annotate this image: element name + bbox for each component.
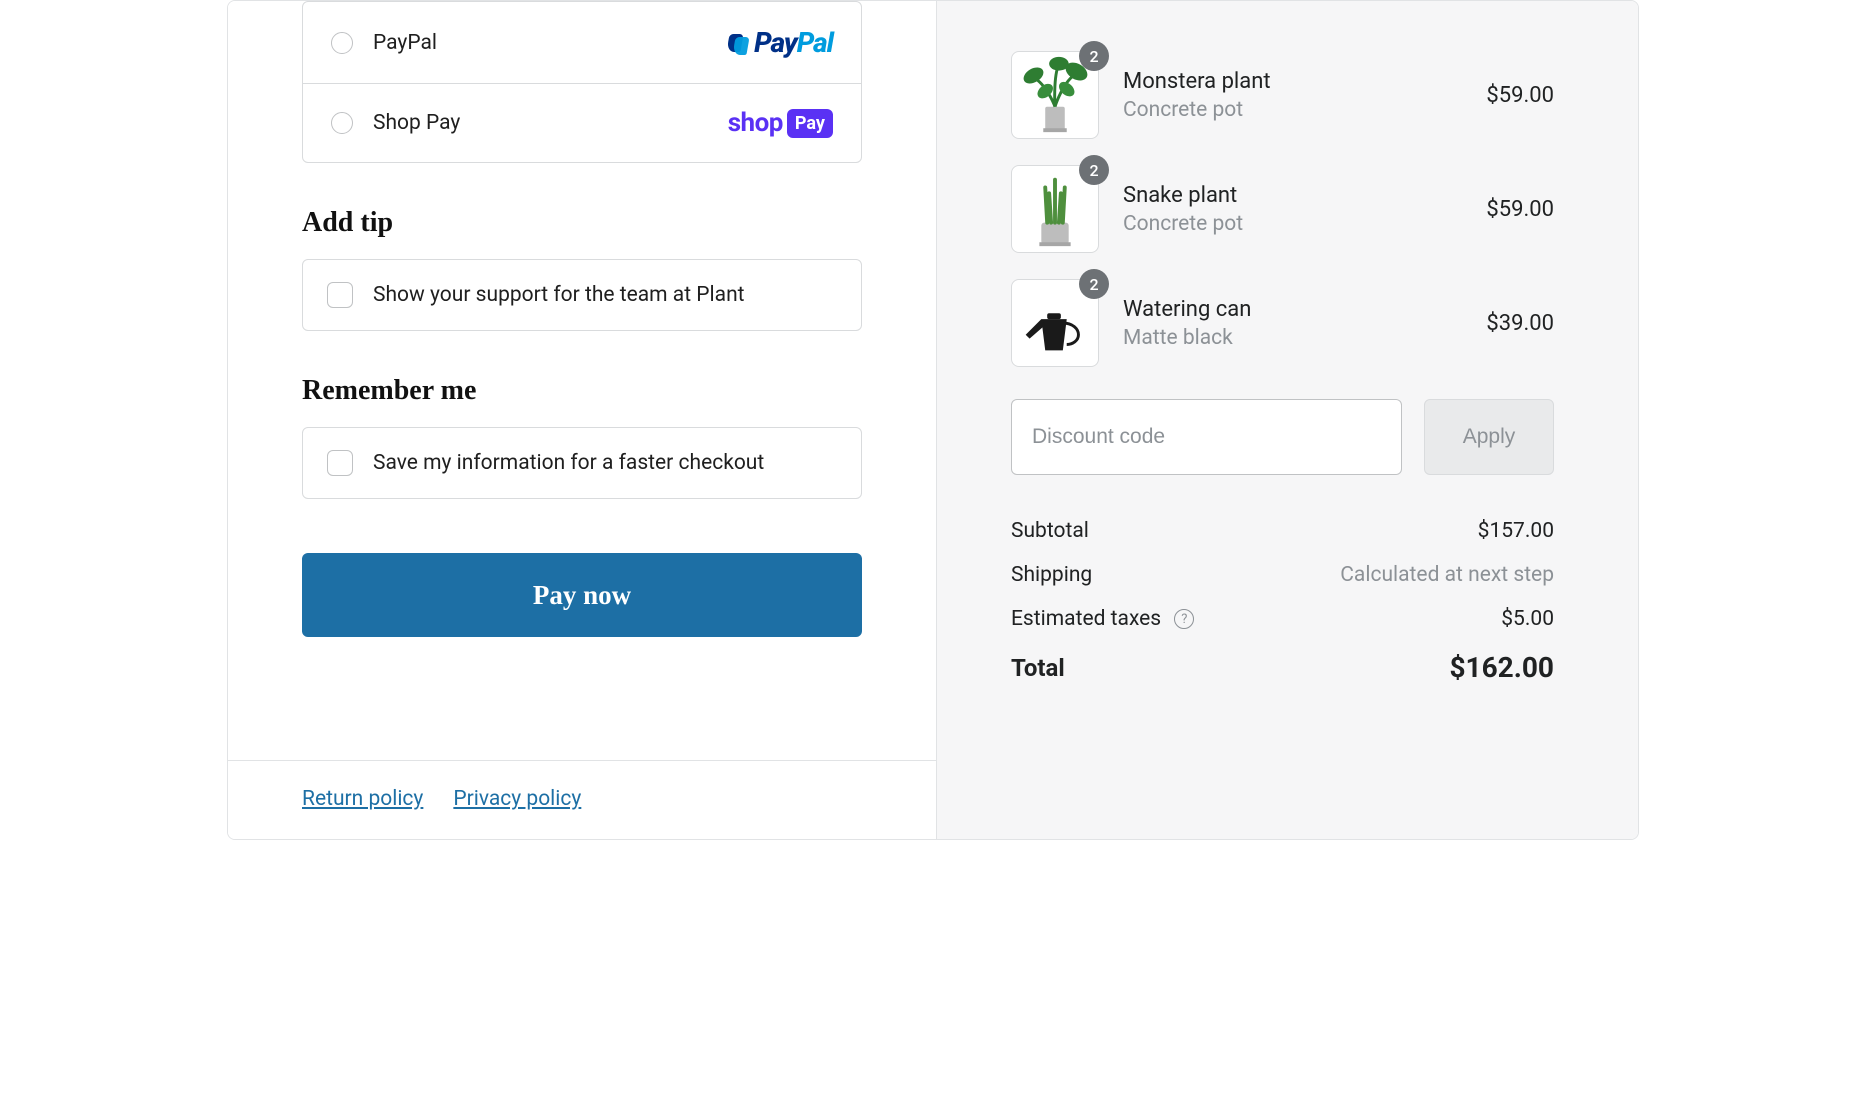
subtotal-label: Subtotal (1011, 519, 1089, 543)
checkout-form-column: PayPal PayPal Shop Pay shopPay Add tip (228, 1, 936, 839)
apply-discount-button[interactable]: Apply (1424, 399, 1554, 475)
taxes-value: $5.00 (1501, 607, 1554, 631)
item-name: Monstera plant (1123, 69, 1462, 94)
item-name: Snake plant (1123, 183, 1462, 208)
item-name: Watering can (1123, 297, 1462, 322)
cart-item: 2 Watering can Matte black $39.00 (1011, 279, 1554, 367)
checkout-container: PayPal PayPal Shop Pay shopPay Add tip (227, 0, 1639, 840)
discount-code-input[interactable] (1011, 399, 1402, 475)
payment-option-paypal[interactable]: PayPal PayPal (303, 2, 861, 83)
total-row: Total $162.00 (1011, 651, 1554, 684)
taxes-row: Estimated taxes ? $5.00 (1011, 607, 1554, 631)
quantity-badge: 2 (1079, 155, 1109, 185)
radio-icon (331, 112, 353, 134)
shoppay-logo-icon: shopPay (728, 108, 833, 138)
cart-item: 2 Snake plant Concrete pot $59.00 (1011, 165, 1554, 253)
payment-option-shoppay[interactable]: Shop Pay shopPay (303, 83, 861, 162)
pay-now-button[interactable]: Pay now (302, 553, 862, 637)
total-label: Total (1011, 654, 1065, 682)
quantity-badge: 2 (1079, 269, 1109, 299)
footer-links: Return policy Privacy policy (228, 760, 936, 839)
payment-label: Shop Pay (373, 111, 708, 135)
payment-label: PayPal (373, 31, 708, 55)
shipping-label: Shipping (1011, 563, 1092, 587)
help-icon[interactable]: ? (1174, 609, 1194, 629)
quantity-badge: 2 (1079, 41, 1109, 71)
tip-checkbox-label: Show your support for the team at Plant (373, 283, 745, 307)
remember-heading: Remember me (302, 375, 862, 407)
cart-item: 2 Monstera plant Concrete pot $59.00 (1011, 51, 1554, 139)
item-price: $39.00 (1486, 311, 1554, 336)
privacy-policy-link[interactable]: Privacy policy (453, 787, 581, 811)
payment-methods-group: PayPal PayPal Shop Pay shopPay (302, 1, 862, 163)
radio-icon (331, 32, 353, 54)
shipping-value: Calculated at next step (1340, 563, 1554, 587)
taxes-label: Estimated taxes (1011, 607, 1161, 631)
subtotal-value: $157.00 (1478, 519, 1554, 543)
return-policy-link[interactable]: Return policy (302, 787, 423, 811)
item-variant: Matte black (1123, 326, 1462, 350)
item-variant: Concrete pot (1123, 212, 1462, 236)
shipping-row: Shipping Calculated at next step (1011, 563, 1554, 587)
subtotal-row: Subtotal $157.00 (1011, 519, 1554, 543)
item-price: $59.00 (1486, 83, 1554, 108)
item-price: $59.00 (1486, 197, 1554, 222)
item-variant: Concrete pot (1123, 98, 1462, 122)
checkbox-icon (327, 282, 353, 308)
paypal-logo-icon: PayPal (728, 26, 833, 59)
remember-checkbox-label: Save my information for a faster checkou… (373, 451, 764, 475)
order-summary-column: 2 Monstera plant Concrete pot $59.00 2 (936, 1, 1638, 839)
remember-checkbox-card[interactable]: Save my information for a faster checkou… (302, 427, 862, 499)
tip-heading: Add tip (302, 207, 862, 239)
total-value: $162.00 (1449, 651, 1554, 684)
discount-row: Apply (1011, 399, 1554, 475)
checkbox-icon (327, 450, 353, 476)
tip-checkbox-card[interactable]: Show your support for the team at Plant (302, 259, 862, 331)
